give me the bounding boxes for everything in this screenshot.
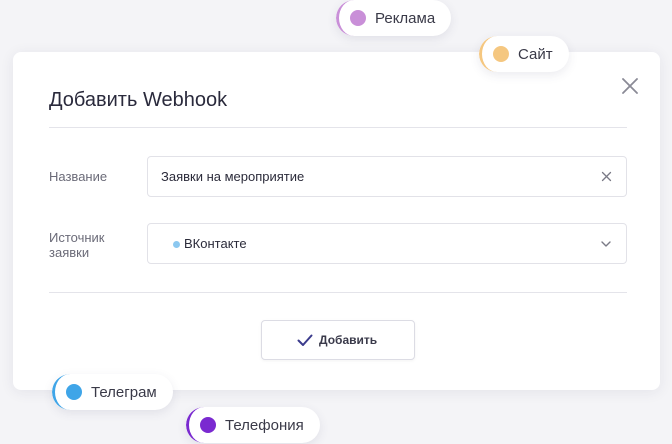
source-select[interactable]: ВКонтакте: [147, 223, 627, 264]
chip-telegram: Телеграм: [52, 374, 173, 410]
chip-label: Реклама: [375, 9, 436, 27]
check-icon: [297, 334, 313, 346]
chevron-down-icon: [601, 241, 611, 247]
modal-title: Добавить Webhook: [49, 89, 228, 111]
divider-top: [49, 127, 627, 128]
close-button[interactable]: [621, 77, 639, 95]
chip-edge: [336, 0, 354, 36]
close-icon: [622, 78, 638, 94]
name-label: Название: [49, 169, 108, 184]
chip-edge: [186, 407, 204, 443]
source-value: ВКонтакте: [184, 236, 247, 251]
clear-icon[interactable]: [601, 171, 612, 182]
add-button-label: Добавить: [319, 333, 378, 347]
source-color-dot: [173, 241, 180, 248]
name-field[interactable]: Заявки на мероприятие: [147, 156, 627, 197]
chip-label: Телеграм: [91, 383, 157, 401]
name-value[interactable]: Заявки на мероприятие: [161, 169, 304, 184]
chip-site: Сайт: [479, 36, 569, 72]
source-label: Источник заявки: [49, 230, 105, 260]
chip-label: Сайт: [518, 45, 553, 63]
add-webhook-modal: Добавить Webhook Название Заявки на меро…: [13, 52, 660, 390]
source-label-line1: Источник: [49, 230, 105, 245]
chip-telephony: Телефония: [186, 407, 320, 443]
divider-bottom: [49, 292, 627, 293]
chip-advertising: Реклама: [336, 0, 452, 36]
add-button[interactable]: Добавить: [261, 320, 415, 360]
chip-label: Телефония: [225, 416, 304, 434]
source-label-line2: заявки: [49, 245, 90, 260]
